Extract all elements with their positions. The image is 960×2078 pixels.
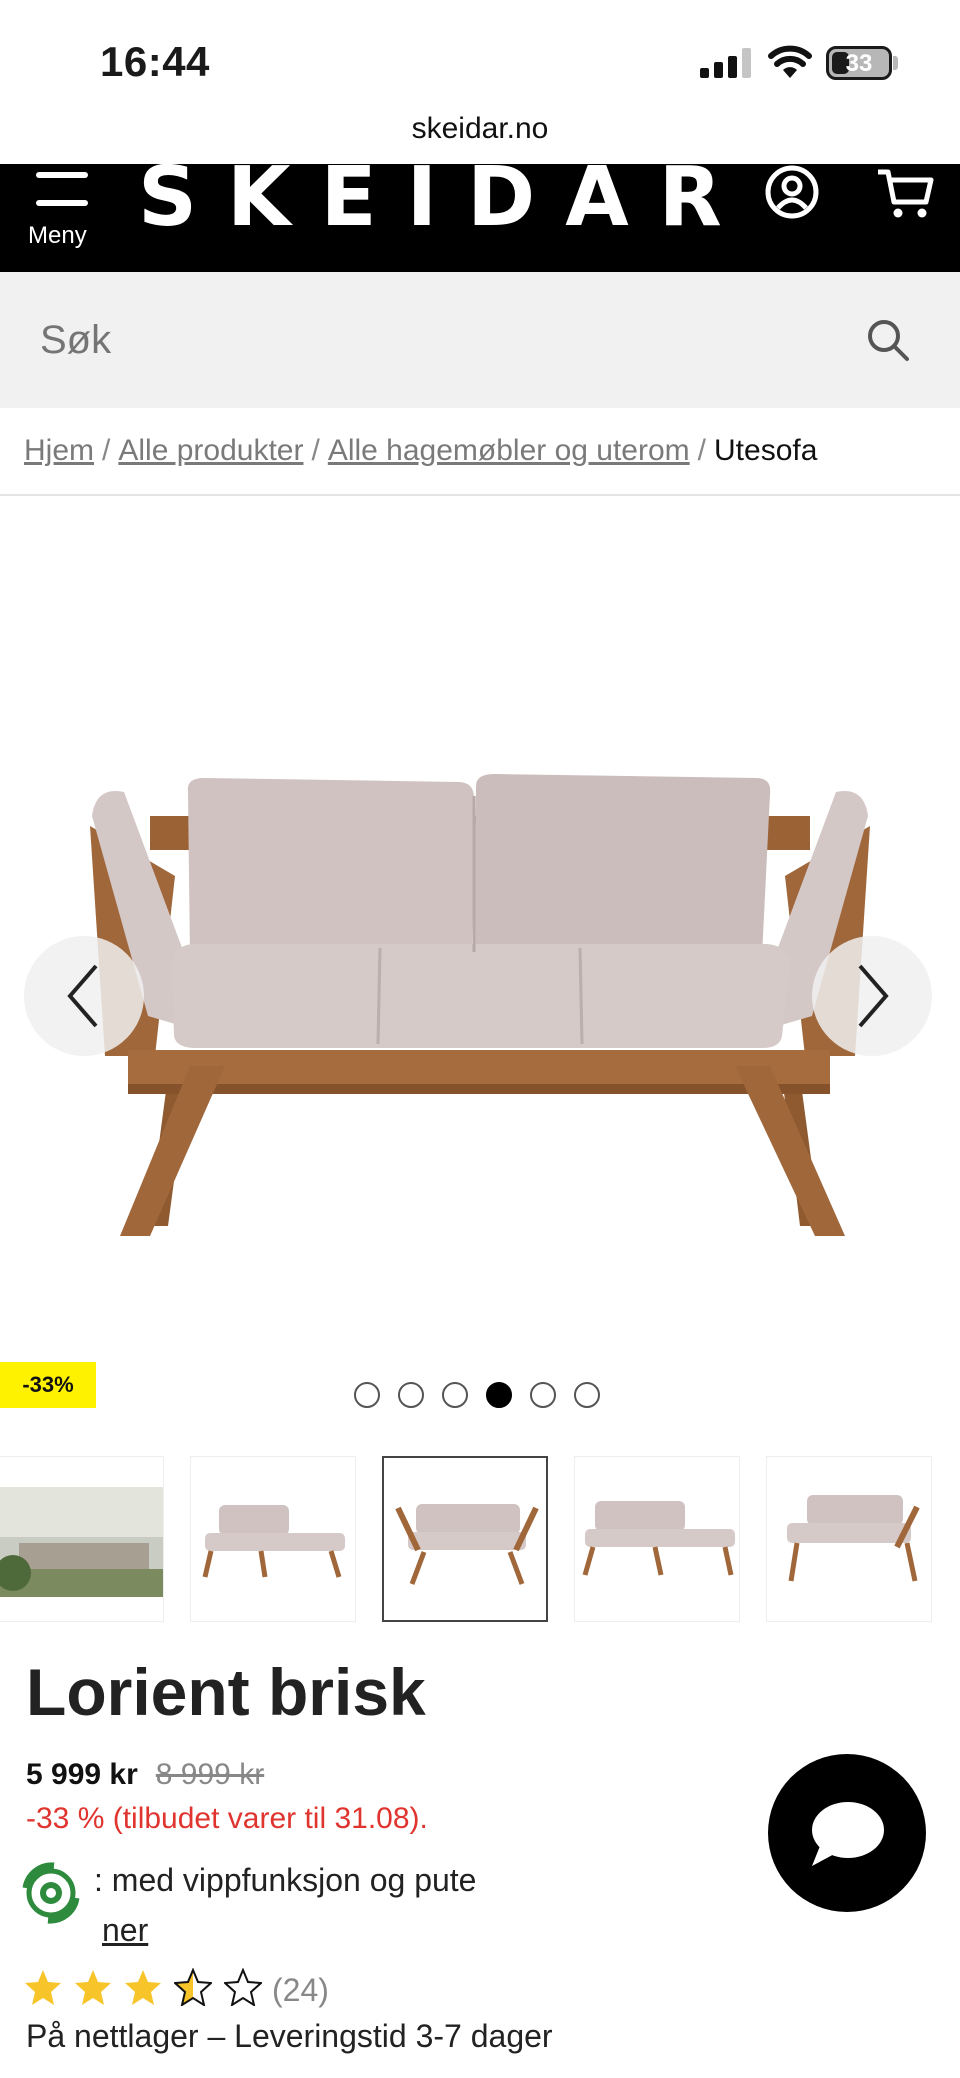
- carousel-next-button[interactable]: [812, 936, 932, 1056]
- site-logo[interactable]: SKEIDAR: [138, 164, 752, 245]
- carousel-dot[interactable]: [574, 1382, 600, 1408]
- product-title: Lorient brisk: [26, 1655, 426, 1729]
- original-price: 8 999 kr: [155, 1758, 265, 1791]
- star-filled-icon: [75, 1970, 111, 2005]
- star-empty-icon: [224, 1968, 262, 2006]
- status-bar: 16:44 33: [0, 0, 960, 120]
- chevron-left-icon: [67, 964, 98, 1028]
- breadcrumb-garden-furniture[interactable]: Alle hagemøbler og uterom: [328, 434, 690, 467]
- thumbnail-strip: [0, 1456, 960, 1624]
- review-count[interactable]: (24): [272, 1972, 329, 2009]
- browser-url[interactable]: skeidar.no: [0, 112, 960, 162]
- discount-badge: -33%: [0, 1362, 96, 1408]
- thumbnail[interactable]: [190, 1456, 356, 1622]
- menu-button[interactable]: Meny: [28, 164, 98, 264]
- hamburger-icon: [36, 170, 88, 210]
- menu-label: Meny: [28, 222, 87, 249]
- thumbnail[interactable]: [574, 1456, 740, 1622]
- star-filled-icon: [125, 1970, 161, 2005]
- star-half-icon: [174, 1968, 212, 2006]
- search-icon[interactable]: [866, 318, 910, 362]
- carousel-dot[interactable]: [354, 1382, 380, 1408]
- search-input[interactable]: [40, 308, 820, 372]
- status-time: 16:44: [100, 38, 210, 85]
- offer-text: -33 % (tilbudet varer til 31.08).: [26, 1802, 428, 1835]
- thumbnail[interactable]: [0, 1456, 164, 1622]
- wifi-icon: [768, 45, 812, 78]
- recycle-icon: [22, 1862, 80, 1924]
- carousel-dot[interactable]: [530, 1382, 556, 1408]
- breadcrumb-all-products[interactable]: Alle produkter: [118, 434, 303, 467]
- carousel-prev-button[interactable]: [24, 936, 144, 1056]
- carousel-dot[interactable]: [442, 1382, 468, 1408]
- battery-icon: 33: [826, 46, 892, 80]
- price-row: 5 999 kr 8 999 kr: [26, 1758, 264, 1792]
- thumbnail-active[interactable]: [382, 1456, 548, 1622]
- breadcrumb: Hjem / Alle produkter / Alle hagemøbler og u…: [24, 434, 818, 467]
- chevron-right-icon: [858, 964, 889, 1028]
- chat-button[interactable]: [768, 1754, 926, 1912]
- account-icon[interactable]: [764, 164, 820, 220]
- battery-level: 33: [845, 50, 873, 77]
- cart-icon[interactable]: [876, 166, 934, 220]
- chat-bubble-icon: [812, 1802, 884, 1866]
- carousel-dot[interactable]: [398, 1382, 424, 1408]
- carousel-dot-active[interactable]: [486, 1382, 512, 1408]
- site-header: Meny SKEIDAR: [0, 164, 960, 272]
- breadcrumb-current: Utesofa: [714, 434, 818, 467]
- cellular-signal-icon: [700, 48, 752, 78]
- product-image: [90, 774, 870, 1236]
- read-more-link[interactable]: ner: [102, 1912, 148, 1949]
- breadcrumb-home[interactable]: Hjem: [24, 434, 94, 467]
- product-image-carousel[interactable]: [0, 496, 960, 1356]
- product-description: : med vippfunksjon og pute: [94, 1862, 477, 1898]
- search-bar: [0, 272, 960, 408]
- current-price: 5 999 kr: [26, 1758, 138, 1791]
- stock-status: På nettlager – Leveringstid 3-7 dager: [26, 2018, 553, 2054]
- thumbnail[interactable]: [766, 1456, 932, 1622]
- star-filled-icon: [25, 1970, 61, 2005]
